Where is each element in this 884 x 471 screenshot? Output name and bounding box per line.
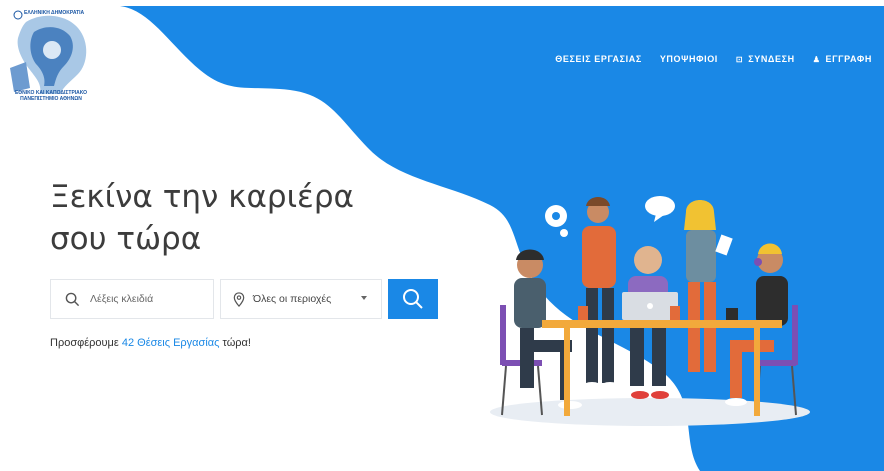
- chevron-down-icon: [361, 296, 367, 300]
- job-search-form: Όλες οι περιοχές: [50, 279, 438, 319]
- location-select[interactable]: Όλες οι περιοχές: [220, 279, 382, 319]
- person-woman: [684, 200, 733, 372]
- location-selected-value: Όλες οι περιοχές: [253, 293, 332, 305]
- keywords-field[interactable]: [50, 279, 214, 319]
- team-illustration: [490, 196, 810, 426]
- hero-title-line2: σου τώρα: [50, 221, 202, 257]
- nav-register[interactable]: ♟ ΕΓΓΡΑΦΗ: [813, 54, 872, 64]
- nav-candidates-label: ΥΠΟΨΗΦΙΟΙ: [659, 54, 718, 64]
- chair-right-seat: [756, 360, 796, 366]
- nav-candidates[interactable]: ΥΠΟΨΗΦΙΟΙ: [660, 54, 718, 64]
- offer-suffix: τώρα!: [222, 337, 251, 349]
- search-icon: [403, 289, 423, 309]
- nav-login-label: ΣΥΝΔΕΣΗ: [748, 54, 795, 64]
- main-nav: ΘΕΣΕΙΣ ΕΡΓΑΣΙΑΣ ΥΠΟΨΗΦΙΟΙ ⊡ ΣΥΝΔΕΣΗ ♟ ΕΓΓΡ…: [555, 54, 872, 64]
- logo-top-text: ΕΛΛΗΝΙΚΗ ΔΗΜΟΚΡΑΤΙΑ: [24, 10, 85, 16]
- keywords-input[interactable]: [88, 292, 212, 306]
- map-pin-icon: [233, 291, 245, 307]
- nav-login[interactable]: ⊡ ΣΥΝΔΕΣΗ: [736, 54, 795, 64]
- person-cap: [514, 249, 582, 409]
- nav-register-label: ΕΓΓΡΑΦΗ: [825, 54, 872, 64]
- table-top: [542, 320, 782, 328]
- person-standing-orange: [582, 197, 619, 390]
- coffee-cup: [578, 306, 588, 320]
- coffee-cup: [670, 306, 680, 320]
- logo-caption-line2: ΠΑΝΕΠΙΣΤΗΜΙΟ ΑΘΗΝΩΝ: [20, 96, 82, 102]
- mug: [726, 308, 738, 320]
- nav-jobs[interactable]: ΘΕΣΕΙΣ ΕΡΓΑΣΙΑΣ: [555, 54, 642, 64]
- offer-prefix: Προσφέρουμε: [50, 337, 119, 349]
- speech-bubble-icon: [645, 196, 675, 222]
- hero-title-line1: Ξεκίνα την καριέρα: [50, 179, 354, 215]
- user-icon: ♟: [812, 54, 821, 64]
- search-icon: [65, 292, 80, 306]
- chair-left: [500, 305, 506, 365]
- hero-title: Ξεκίνα την καριέρα σου τώρα: [50, 176, 370, 260]
- search-button[interactable]: [388, 279, 438, 319]
- jobs-count-link[interactable]: 42 Θέσεις Εργασίας: [122, 337, 220, 349]
- nav-jobs-label: ΘΕΣΕΙΣ ΕΡΓΑΣΙΑΣ: [555, 54, 642, 64]
- chair-right: [792, 305, 798, 365]
- login-icon: ⊡: [735, 54, 744, 64]
- gear-icon: [545, 205, 568, 237]
- offer-text: Προσφέρουμε 42 Θέσεις Εργασίας τώρα!: [50, 337, 251, 349]
- logo-caption: ΕΘΝΙΚΟ ΚΑΙ ΚΑΠΟΔΙΣΤΡΙΑΚΟ ΠΑΝΕΠΙΣΤΗΜΙΟ ΑΘ…: [8, 90, 94, 102]
